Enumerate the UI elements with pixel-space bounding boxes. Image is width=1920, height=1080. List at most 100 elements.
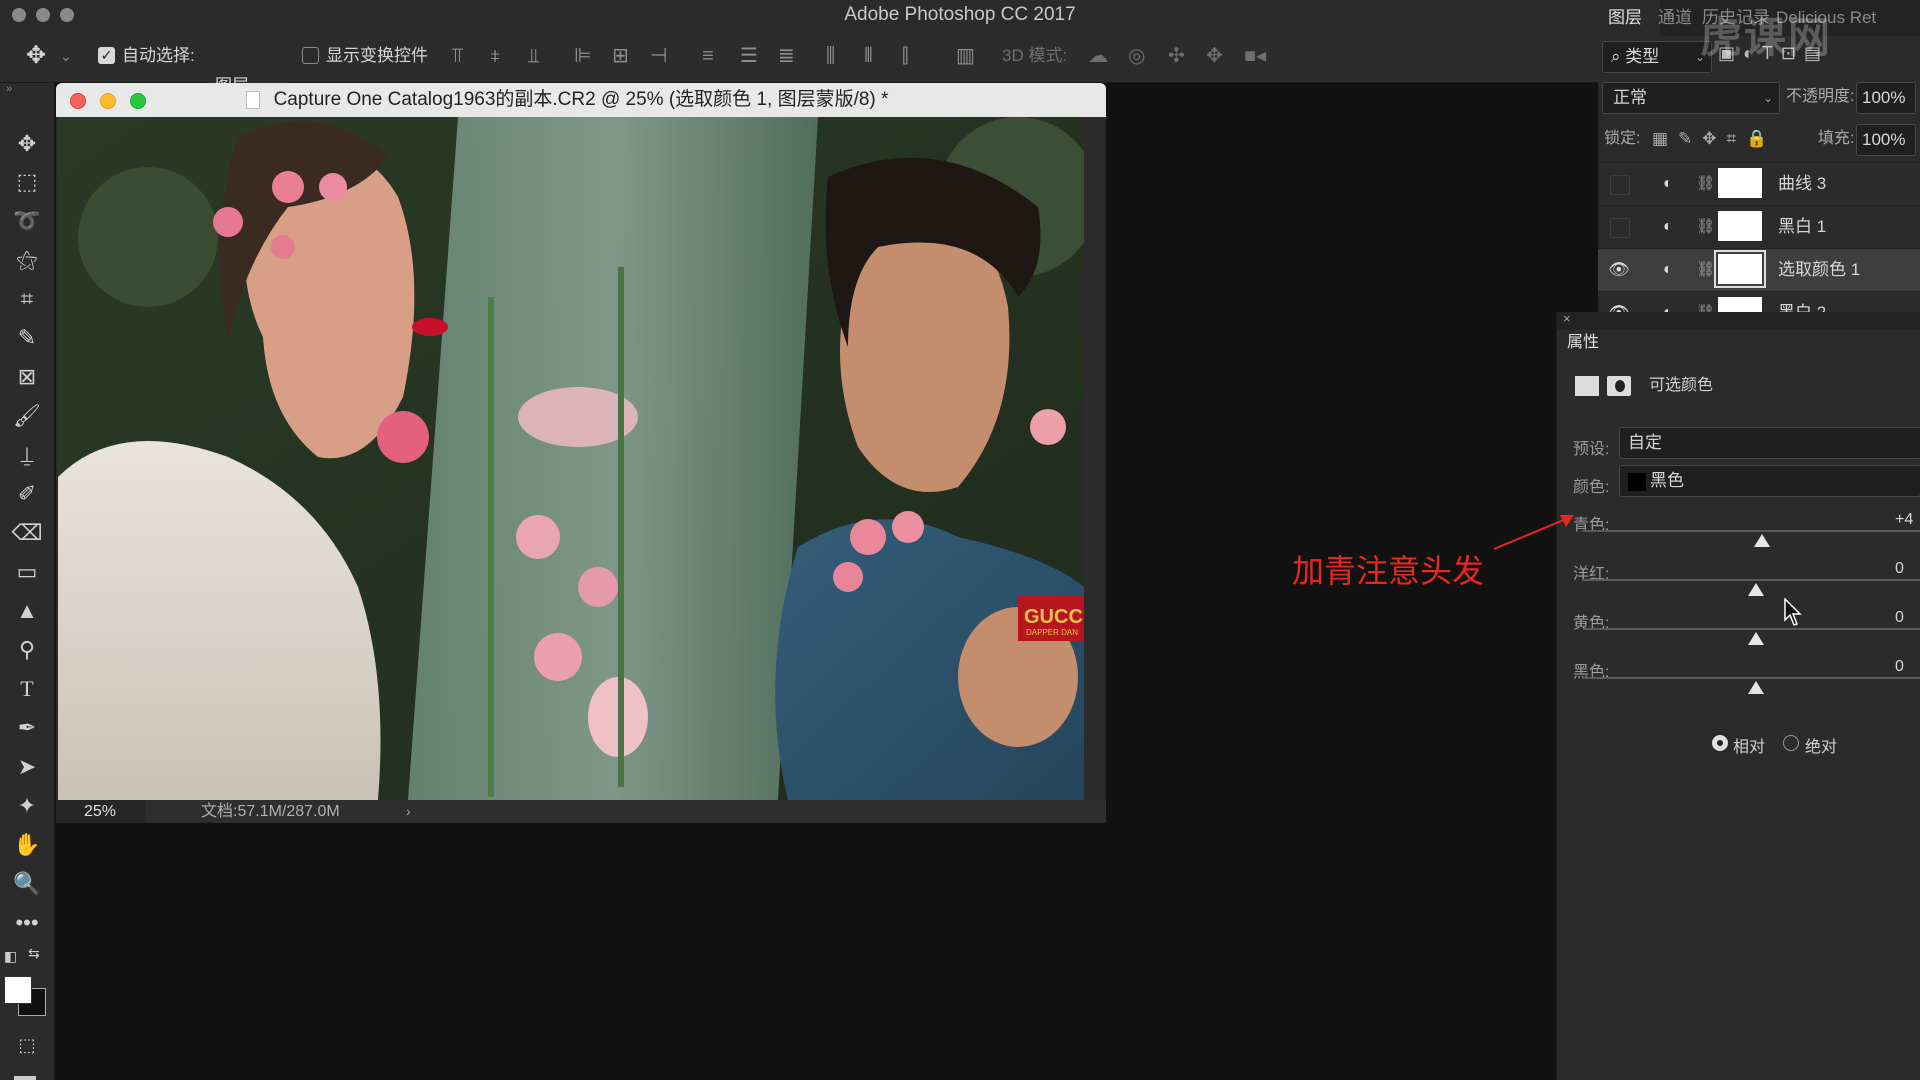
frame-tool-icon[interactable]: ⊠ xyxy=(8,360,46,394)
tool-preset-chevron-icon[interactable]: ⌄ xyxy=(60,30,72,82)
align-top-icon[interactable]: ⫪ xyxy=(452,30,463,82)
slider-thumb[interactable] xyxy=(1754,534,1771,547)
layer-name[interactable]: 黑白 1 xyxy=(1778,206,1826,248)
quick-mask-icon[interactable]: ⬚ xyxy=(8,1028,46,1062)
slider-value[interactable]: 0 xyxy=(1895,609,1904,627)
slider-track[interactable] xyxy=(1583,628,1920,630)
3d-scale-icon[interactable]: ■◂ xyxy=(1244,30,1266,82)
layer-row[interactable]: 👁 ◐ ⛓ 黑白 2 xyxy=(1598,291,1920,313)
visibility-toggle-off[interactable] xyxy=(1610,218,1630,238)
slider-track[interactable] xyxy=(1583,579,1920,581)
auto-select-checkbox[interactable]: ✓ xyxy=(98,47,115,64)
distribute-top-icon[interactable]: ≡ xyxy=(702,30,714,82)
slider-value[interactable]: 0 xyxy=(1895,560,1904,578)
eyedropper-tool-icon[interactable]: ✎ xyxy=(8,321,46,355)
collapse-chevron-icon[interactable]: » xyxy=(6,83,12,95)
chain-link-icon[interactable]: ⛓ xyxy=(1696,249,1715,291)
relative-label[interactable]: 相对 xyxy=(1733,733,1765,757)
absolute-radio[interactable] xyxy=(1783,735,1799,751)
default-colors-icon[interactable]: ◧ xyxy=(4,948,17,965)
eraser-tool-icon[interactable]: ⌫ xyxy=(8,516,46,550)
3d-slide-icon[interactable]: ✥ xyxy=(1206,30,1223,82)
close-icon[interactable]: × xyxy=(1563,311,1571,326)
rose xyxy=(892,511,924,543)
zoom-level[interactable]: 25% xyxy=(84,800,116,823)
align-left-icon[interactable]: ⊫ xyxy=(574,30,591,82)
layer-row[interactable]: ◐ ⛓ 黑白 1 xyxy=(1598,205,1920,248)
distribute-right-icon[interactable]: ⫿ xyxy=(902,30,908,82)
layer-row[interactable]: ◐ ⛓ 曲线 3 xyxy=(1598,162,1920,205)
slider-track[interactable] xyxy=(1583,677,1920,679)
tab-layers[interactable]: 图层 xyxy=(1608,0,1642,36)
layer-mask-thumbnail[interactable] xyxy=(1718,297,1762,313)
gradient-tool-icon[interactable]: ▭ xyxy=(8,555,46,589)
zoom-tool-icon[interactable]: 🔍 xyxy=(8,867,46,901)
swap-colors-icon[interactable]: ⇆ xyxy=(28,945,40,962)
slider-thumb[interactable] xyxy=(1747,583,1764,596)
dodge-tool-icon[interactable]: ⚲ xyxy=(8,633,46,667)
layer-mask-thumbnail-selected[interactable] xyxy=(1714,250,1766,288)
eye-icon[interactable]: 👁 xyxy=(1608,249,1630,291)
tools-panel: » ✥ ⬚ ➰ ⚝ ⌗ ✎ ⊠ 🖌 ⍊ ✐ ⌫ ▭ ▲ ⚲ T ✒ ➤ ✦ ✋ … xyxy=(0,83,55,1080)
blend-mode-dropdown[interactable]: 正常 ⌄ xyxy=(1602,82,1780,114)
blur-tool-icon[interactable]: ▲ xyxy=(8,594,46,628)
slider-value[interactable]: 0 xyxy=(1895,658,1904,676)
align-vertical-center-icon[interactable]: ⧧ xyxy=(490,30,500,82)
screen-mode-icon[interactable] xyxy=(14,1076,36,1080)
hand-tool-icon[interactable]: ✋ xyxy=(8,828,46,862)
opacity-input[interactable]: 100% xyxy=(1856,82,1916,114)
slider-thumb[interactable] xyxy=(1747,632,1764,645)
color-dropdown[interactable]: 黑色 xyxy=(1619,465,1920,497)
visibility-toggle-off[interactable] xyxy=(1610,175,1630,195)
distribute-hcenter-icon[interactable]: ⦀ xyxy=(864,30,873,82)
stamp-tool-icon[interactable]: ⍊ xyxy=(8,438,46,472)
3d-pan-icon[interactable]: ✣ xyxy=(1168,30,1185,82)
marquee-tool-icon[interactable]: ⬚ xyxy=(8,165,46,199)
chain-link-icon[interactable]: ⛓ xyxy=(1696,163,1715,205)
align-horizontal-center-icon[interactable]: ⊞ xyxy=(612,30,629,82)
more-tools-icon[interactable]: ••• xyxy=(8,906,46,940)
align-right-icon[interactable]: ⊣ xyxy=(650,30,667,82)
path-selection-tool-icon[interactable]: ➤ xyxy=(8,750,46,784)
layer-filter-dropdown[interactable]: ⌕ 类型 ⌄ xyxy=(1602,41,1712,73)
foreground-color-swatch[interactable] xyxy=(4,976,32,1004)
move-tool-icon[interactable]: ✥ xyxy=(26,30,46,82)
layer-mask-thumbnail[interactable] xyxy=(1718,211,1762,241)
crop-tool-icon[interactable]: ⌗ xyxy=(8,282,46,316)
absolute-label[interactable]: 绝对 xyxy=(1805,733,1837,757)
distribute-vcenter-icon[interactable]: ☰ xyxy=(740,30,758,82)
custom-shape-tool-icon[interactable]: ✦ xyxy=(8,789,46,823)
align-bottom-icon[interactable]: ⫫ xyxy=(528,30,539,82)
pen-tool-icon[interactable]: ✒ xyxy=(8,711,46,745)
adjustment-icon[interactable] xyxy=(1575,376,1599,396)
layer-row-selected[interactable]: 👁 ◐ ⛓ 选取颜色 1 xyxy=(1598,248,1920,291)
history-brush-tool-icon[interactable]: ✐ xyxy=(8,477,46,511)
magic-wand-tool-icon[interactable]: ⚝ xyxy=(8,243,46,277)
document-canvas[interactable]: GUCC DAPPER DAN xyxy=(58,117,1084,800)
status-menu-arrow-icon[interactable]: › xyxy=(406,800,411,823)
layer-name[interactable]: 黑白 2 xyxy=(1778,292,1826,313)
fill-input[interactable]: 100% xyxy=(1856,124,1916,156)
eye-icon[interactable]: 👁 xyxy=(1608,292,1630,313)
auto-align-icon[interactable]: ▥ xyxy=(956,30,975,82)
3d-roll-icon[interactable]: ◎ xyxy=(1128,30,1145,82)
type-tool-icon[interactable]: T xyxy=(8,672,46,706)
show-transform-checkbox[interactable] xyxy=(302,47,319,64)
slider-thumb[interactable] xyxy=(1747,681,1764,694)
lasso-tool-icon[interactable]: ➰ xyxy=(8,204,46,238)
move-tool-icon[interactable]: ✥ xyxy=(8,127,46,161)
slider-value[interactable]: +4 xyxy=(1895,511,1913,529)
slider-track[interactable] xyxy=(1583,530,1920,532)
3d-orbit-icon[interactable]: ☁ xyxy=(1088,30,1108,82)
chain-link-icon[interactable]: ⛓ xyxy=(1696,206,1715,248)
distribute-left-icon[interactable]: ⫼ xyxy=(826,30,835,82)
brush-tool-icon[interactable]: 🖌 xyxy=(8,399,46,433)
layer-name[interactable]: 曲线 3 xyxy=(1778,163,1826,205)
distribute-bottom-icon[interactable]: ≣ xyxy=(778,30,795,82)
preset-dropdown[interactable]: 自定 xyxy=(1619,427,1920,459)
layer-name[interactable]: 选取颜色 1 xyxy=(1778,249,1860,291)
tab-channels[interactable]: 通道 xyxy=(1658,0,1692,36)
lock-icons[interactable]: ▦✎✥⌗🔒 xyxy=(1652,124,1777,154)
layer-mask-thumbnail[interactable] xyxy=(1718,168,1762,198)
chain-link-icon[interactable]: ⛓ xyxy=(1696,292,1715,313)
